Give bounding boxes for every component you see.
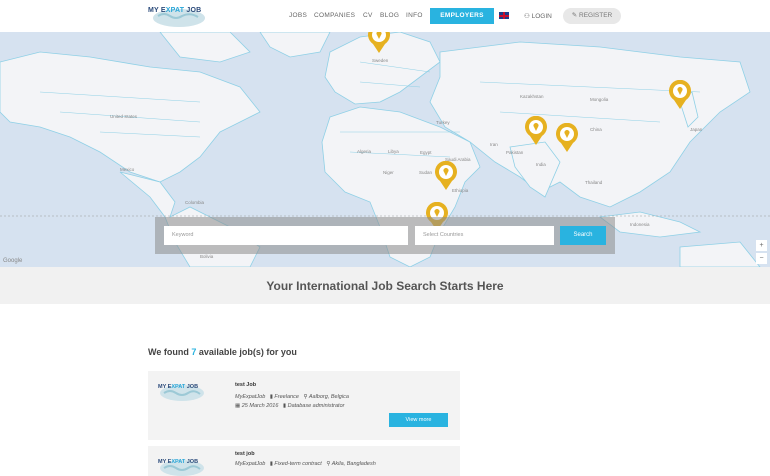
calendar-icon: ▦ [235, 403, 241, 409]
job-company: MyExpatJob [235, 461, 266, 467]
map-pin-icon[interactable] [523, 116, 549, 146]
bookmark-icon: ▮ [269, 461, 273, 467]
map-label: Egypt [420, 150, 432, 155]
location-icon: ⚲ [303, 394, 308, 400]
search-button[interactable]: Search [560, 226, 606, 245]
nav-jobs[interactable]: JOBS [289, 12, 307, 19]
map-label: Pakistan [506, 150, 524, 155]
site-header: MY EXPAT JOB JOBS COMPANIES CV BLOG INFO… [0, 0, 770, 32]
location-icon: ⚲ [326, 461, 331, 467]
job-title[interactable]: test Job [235, 382, 256, 388]
map-pin-icon[interactable] [433, 161, 459, 191]
job-category: Database administrator [287, 403, 345, 409]
map-pin-icon[interactable] [366, 32, 392, 54]
map-label: Ethiopia [452, 188, 469, 193]
job-location: Akila, Bangladesh [331, 461, 376, 467]
job-meta: MyExpatJob ▮ Freelance ⚲ Aalborg, Belgic… [235, 394, 349, 400]
register-button[interactable]: ✎ REGISTER [563, 8, 621, 24]
nav-companies[interactable]: COMPANIES [314, 12, 355, 19]
nav-blog[interactable]: BLOG [380, 12, 399, 19]
user-icon: ⚇ [524, 13, 532, 20]
job-title[interactable]: test job [235, 451, 255, 457]
map-label: Turkey [436, 120, 450, 125]
map-label: Mongolia [590, 97, 609, 102]
bookmark-icon: ▮ [283, 403, 287, 409]
map-label: Sweden [372, 58, 389, 63]
zoom-out-button[interactable]: − [756, 253, 767, 264]
register-label: REGISTER [579, 12, 613, 19]
company-logo: MY EXPAT JOB [158, 381, 206, 401]
tagline: Your International Job Search Starts Her… [266, 279, 504, 293]
job-type: Freelance [274, 394, 299, 400]
job-location: Aalborg, Belgica [308, 394, 349, 400]
nav-info[interactable]: INFO [406, 12, 423, 19]
job-date: 25 March 2016 [241, 403, 279, 409]
job-meta-2: ▦ 25 March 2016 ▮ Database administrator [235, 403, 344, 409]
google-attribution[interactable]: Google [3, 258, 22, 264]
employers-button[interactable]: EMPLOYERS [430, 8, 494, 24]
bookmark-icon: ▮ [269, 394, 273, 400]
pencil-icon: ✎ [571, 12, 580, 19]
map-label: Sudan [419, 170, 433, 175]
map-label: United States [110, 114, 138, 119]
view-more-button[interactable]: View more [389, 413, 448, 427]
map-label: Algeria [357, 149, 372, 154]
map-label: Libya [388, 149, 399, 154]
results-count-heading: We found 7 available job(s) for you [148, 347, 297, 357]
company-logo: MY EXPAT JOB [158, 456, 206, 476]
map-label: Bolivia [200, 254, 214, 259]
map-label: Colombia [185, 200, 205, 205]
map-label: Kazakhstan [520, 94, 544, 99]
logo-text: MY EXPAT JOB [148, 7, 202, 14]
map-label: India [536, 162, 546, 167]
site-logo[interactable]: MY EXPAT JOB [148, 3, 210, 29]
countries-select[interactable]: Select Countries [415, 226, 554, 245]
map-label: Niger [383, 170, 394, 175]
map-label: Iran [490, 142, 498, 147]
map-label: China [590, 127, 602, 132]
map-pin-icon[interactable] [554, 123, 580, 153]
login-label: LOGIN [531, 13, 552, 20]
map-label: Japan [690, 127, 703, 132]
nav-cv[interactable]: CV [363, 12, 373, 19]
map-label: Mexico [120, 167, 135, 172]
map-label: Saudi Arabia [445, 157, 471, 162]
job-card[interactable]: MY EXPAT JOB test job MyExpatJob ▮ Fixed… [148, 446, 460, 476]
login-link[interactable]: ⚇ LOGIN [524, 12, 552, 20]
job-card[interactable]: MY EXPAT JOB test Job MyExpatJob ▮ Freel… [148, 371, 460, 440]
map-pin-icon[interactable] [667, 80, 693, 110]
job-company: MyExpatJob [235, 394, 266, 400]
zoom-in-button[interactable]: + [756, 240, 767, 251]
keyword-input[interactable]: Keyword [164, 226, 408, 245]
uk-flag-icon[interactable] [499, 12, 509, 19]
job-meta: MyExpatJob ▮ Fixed-term contract ⚲ Akila… [235, 461, 376, 467]
job-type: Fixed-term contract [274, 461, 322, 467]
map-label: Thailand [585, 180, 603, 185]
map-label: Indonesia [630, 222, 650, 227]
